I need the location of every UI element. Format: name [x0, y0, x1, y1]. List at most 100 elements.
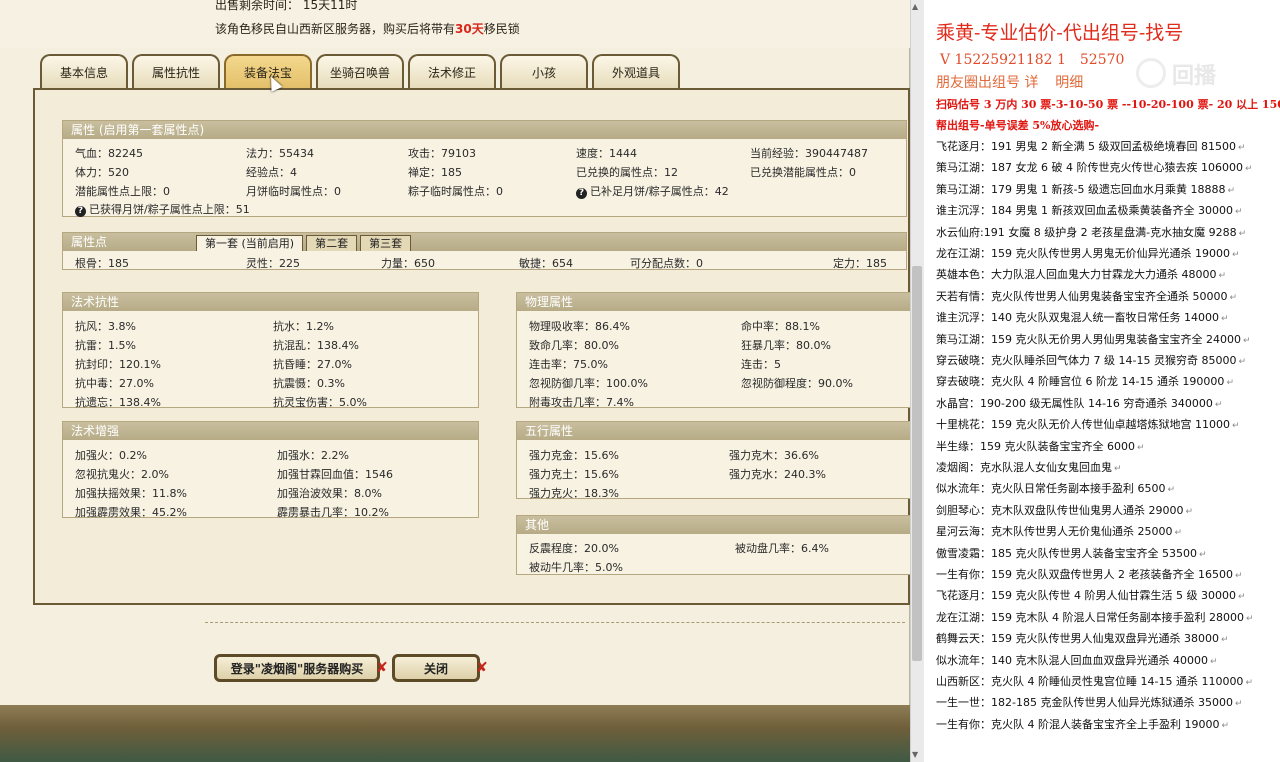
account-list-item: 谁主沉浮：140 克火队双鬼混人统一畜牧日常任务 14000 ↵	[936, 311, 1229, 325]
account-list-item: 谁主沉浮：184 男鬼 1 新孩双回血孟极乘黄装备齐全 30000 ↵	[936, 204, 1243, 218]
stat-stamina: 体力：520	[75, 166, 129, 179]
tab-attributes-resist[interactable]: 属性抗性	[132, 54, 220, 88]
close-button[interactable]: 关闭	[392, 654, 480, 682]
five-elements-title: 五行属性	[517, 422, 910, 440]
stat-potential-cap: 潜能属性点上限：0	[75, 185, 170, 198]
help-icon[interactable]: ?	[576, 188, 587, 199]
tab-children[interactable]: 小孩	[500, 54, 588, 88]
resist-wind: 抗风：3.8%	[75, 320, 136, 333]
point-endurance: 定力：185	[833, 257, 887, 270]
account-list-item: 策马江湖：187 女龙 6 破 4 阶传世克火传世心猿去疾 106000 ↵	[936, 161, 1253, 175]
help-icon[interactable]: ?	[75, 206, 86, 217]
close-x-icon: ✘	[476, 660, 488, 676]
point-spirit: 灵性：225	[246, 257, 300, 270]
account-list-item: 英雄本色：大力队混人回血鬼大力甘霖龙大力通杀 48000 ↵	[936, 268, 1227, 282]
tab-basic-info[interactable]: 基本信息	[40, 54, 128, 88]
close-x-icon: ✘	[376, 660, 388, 676]
account-list-item: 水云仙府:191 女魔 8 级护身 2 老孩星盘满-克水抽女魔 9288 ↵	[936, 225, 1247, 239]
phys-rage: 狂暴几率：80.0%	[741, 339, 831, 352]
other-passive-niu: 被动牛几率：5.0%	[529, 561, 623, 574]
phys-absorb: 物理吸收率：86.4%	[529, 320, 630, 333]
return-mark-icon: ↵	[1231, 250, 1240, 260]
resist-forget: 抗遗忘：138.4%	[75, 396, 161, 409]
stat-zen: 禅定：185	[408, 166, 462, 179]
magic-boost-section: 法术增强 加强火：0.2% 加强水：2.2% 忽视抗鬼火：2.0% 加强甘霖回血…	[62, 421, 479, 519]
scrollbar-thumb[interactable]	[912, 266, 922, 661]
return-mark-icon: ↵	[1227, 185, 1235, 196]
account-list-item: 飞花逐月：159 克火队传世 4 阶男人仙甘霖生活 5 级 30000 ↵	[936, 589, 1246, 603]
phys-combo: 连击：5	[741, 358, 781, 371]
return-mark-icon: ↵	[1185, 506, 1194, 517]
return-mark-icon: ↵	[1174, 528, 1183, 539]
resist-artifact: 抗灵宝伤害：5.0%	[273, 396, 367, 409]
return-mark-icon: ↵	[1234, 571, 1243, 581]
watermark-logo-icon	[1136, 58, 1166, 88]
account-list-item: 龙在江湖：159 克火队传世男人男鬼无价仙异光通杀 19000 ↵	[936, 247, 1240, 260]
attribute-points-title: 属性点	[63, 233, 906, 251]
stat-attack: 攻击：79103	[408, 147, 476, 160]
stat-exp: 当前经验：390447487	[750, 147, 868, 160]
friend-line: 朋友圈出组号 详 明细	[936, 75, 1084, 91]
return-mark-icon: ↵	[1114, 464, 1122, 474]
phys-crit: 致命几率：80.0%	[529, 339, 619, 352]
stat-hp: 气血：82245	[75, 147, 143, 160]
return-mark-icon: ↵	[1136, 442, 1145, 453]
return-mark-icon: ↵	[1220, 314, 1229, 325]
point-constitution: 根骨：185	[75, 257, 129, 270]
return-mark-icon: ↵	[1218, 271, 1227, 282]
trade-window: 出售剩余时间： 15天11时 该角色移民自山西新区服务器，购买后将带有30天移民…	[0, 0, 911, 762]
return-mark-icon: ↵	[1231, 421, 1240, 432]
account-list-item: 水晶宫：190-200 级无属性队 14-16 穷奇通杀 340000 ↵	[936, 396, 1223, 410]
tab-mounts-pets[interactable]: 坐骑召唤兽	[316, 54, 404, 88]
tab-set-2[interactable]: 第二套	[306, 235, 358, 251]
return-mark-icon: ↵	[1226, 378, 1234, 389]
buy-on-server-button[interactable]: 登录"凌烟阁"服务器购买	[214, 654, 380, 682]
resist-shock: 抗震慑：0.3%	[273, 377, 345, 390]
account-list-item: 龙在江湖：159 克木队 4 阶混人日常任务副本接手盈利 28000 ↵	[936, 610, 1254, 624]
account-list-item: 鹤舞云天：159 克火队传世男人仙鬼双盘异光通杀 38000 ↵	[936, 632, 1229, 646]
elem-wood: 强力克木：36.6%	[729, 449, 819, 462]
help-line: 帮出组号-单号误差 5%放心选购-	[936, 119, 1100, 132]
tab-set-3[interactable]: 第三套	[360, 235, 412, 251]
other-passive-pan: 被动盘几率：6.4%	[735, 542, 829, 555]
resist-poison: 抗中毒：27.0%	[75, 377, 154, 390]
attributes-section: 属性 (启用第一套属性点) 气血：82245 法力：55434 攻击：79103…	[62, 120, 907, 217]
return-mark-icon: ↵	[1238, 357, 1246, 367]
phys-combo-rate: 连击率：75.0%	[529, 358, 608, 371]
resist-seal: 抗封印：120.1%	[75, 358, 161, 371]
boost-thunderbolt: 加强霹雳效果：45.2%	[75, 506, 187, 519]
return-mark-icon: ↵	[1234, 207, 1243, 218]
phys-ignore-def: 忽视防御程度：90.0%	[741, 377, 853, 390]
category-tabs: 基本信息 属性抗性 装备法宝 坐骑召唤兽 法术修正 小孩 外观道具	[40, 54, 680, 90]
account-list-item: 策马江湖：179 男鬼 1 新孩-5 级遗忘回血水月乘黄 18888 ↵	[936, 182, 1235, 196]
return-mark-icon: ↵	[1198, 549, 1207, 560]
return-mark-icon: ↵	[1237, 143, 1246, 153]
stat-speed: 速度：1444	[576, 147, 637, 160]
stat-exp-points: 经验点：4	[246, 166, 297, 179]
account-list-item: 一生有你：克火队 4 阶混人装备宝宝齐全上手盈利 19000 ↵	[936, 717, 1230, 731]
tab-appearance[interactable]: 外观道具	[592, 54, 680, 88]
account-list-item: 穿去破晓：克火队 4 阶睡宫位 6 阶龙 14-15 通杀 190000 ↵	[936, 375, 1234, 389]
pricing-line: 扫码估号 3 万内 30 票-3-10-50 票 --10-20-100 票- …	[936, 98, 1280, 111]
stat-mp: 法力：55434	[246, 147, 314, 160]
tab-content-panel: 属性 (启用第一套属性点) 气血：82245 法力：55434 攻击：79103…	[33, 88, 911, 605]
resist-chaos: 抗混乱：138.4%	[273, 339, 359, 352]
account-list-item: 半生缘：159 克火队装备宝宝齐全 6000 ↵	[936, 439, 1145, 453]
return-mark-icon: ↵	[1220, 635, 1229, 646]
scroll-down-icon[interactable]: ▼	[912, 750, 918, 759]
stat-filled-points: ? 已补足月饼/粽子属性点：42	[576, 183, 729, 199]
return-mark-icon: ↵	[1234, 699, 1243, 710]
return-mark-icon: ↵	[1229, 292, 1238, 303]
scroll-up-icon[interactable]: ▲	[912, 2, 918, 11]
ignore-ghost-fire: 忽视抗鬼火：2.0%	[75, 468, 169, 481]
tab-spell-mods[interactable]: 法术修正	[408, 54, 496, 88]
point-unassigned: 可分配点数：0	[630, 257, 703, 270]
attribute-points-section: 属性点 第一套 (当前启用) 第二套 第三套 根骨：185 灵性：225 力量：…	[62, 232, 907, 270]
sale-time-notice: 出售剩余时间： 15天11时	[215, 0, 358, 12]
other-section: 其他 反震程度：20.0% 被动盘几率：6.4% 被动牛几率：5.0%	[516, 515, 911, 575]
tab-set-1[interactable]: 第一套 (当前启用)	[196, 235, 304, 251]
other-title: 其他	[517, 516, 910, 534]
physical-title: 物理属性	[517, 293, 910, 311]
return-mark-icon: ↵	[1245, 678, 1253, 688]
stat-points-cap: ? 已获得月饼/粽子属性点上限：51	[75, 201, 250, 217]
